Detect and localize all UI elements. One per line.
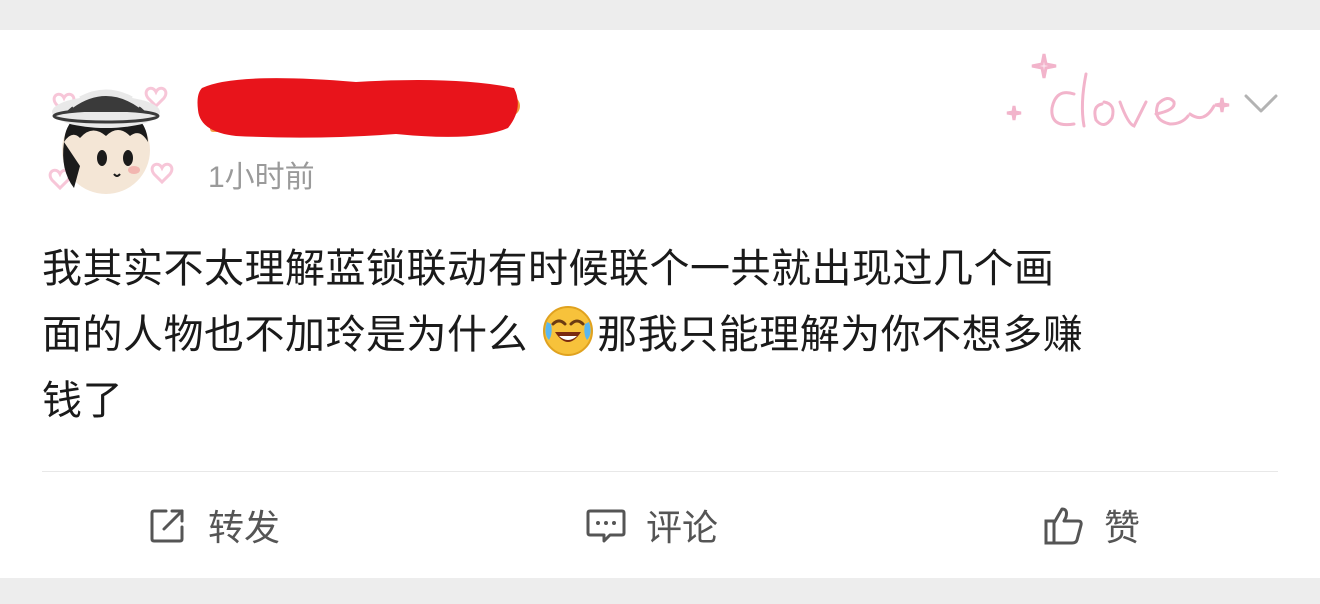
comment-icon	[584, 503, 628, 547]
post-text-segment: 那我只能理解为你不想多赚	[597, 312, 1084, 358]
comment-button[interactable]: 评论	[584, 500, 718, 550]
post-text-line: 钱了	[42, 378, 123, 424]
comment-label: 评论	[646, 508, 719, 549]
divider	[42, 471, 1278, 472]
post-text-line: 我其实不太理解蓝锁联动有时候联个一共就出现过几个画	[42, 246, 1055, 292]
post-body-text: 我其实不太理解蓝锁联动有时候联个一共就出现过几个画 面的人物也不加玲是为什么 那…	[42, 236, 1278, 434]
post-text-line: 面的人物也不加玲是为什么 那我只能理解为你不想多赚	[42, 302, 1278, 368]
love-sticker-decoration	[1000, 44, 1236, 144]
post-text-segment: 面的人物也不加玲是为什么	[42, 312, 528, 358]
laughing-crying-emoji-icon	[541, 304, 595, 358]
repost-label: 转发	[208, 508, 281, 549]
like-button[interactable]: 赞	[1042, 500, 1140, 550]
post-timestamp: 1小时前	[208, 161, 315, 194]
repost-button[interactable]: 转发	[146, 500, 280, 550]
chevron-down-icon[interactable]	[1240, 88, 1282, 120]
post-card[interactable]: 1小时前 我其实不太理解蓝锁联动有时候联个一共就出现过几个画 面的人物也不加玲是…	[0, 30, 1320, 578]
repost-icon	[146, 503, 190, 547]
like-label: 赞	[1104, 508, 1141, 549]
avatar[interactable]	[44, 70, 176, 202]
username-redacted[interactable]	[196, 68, 526, 148]
thumbs-up-icon	[1042, 503, 1086, 547]
